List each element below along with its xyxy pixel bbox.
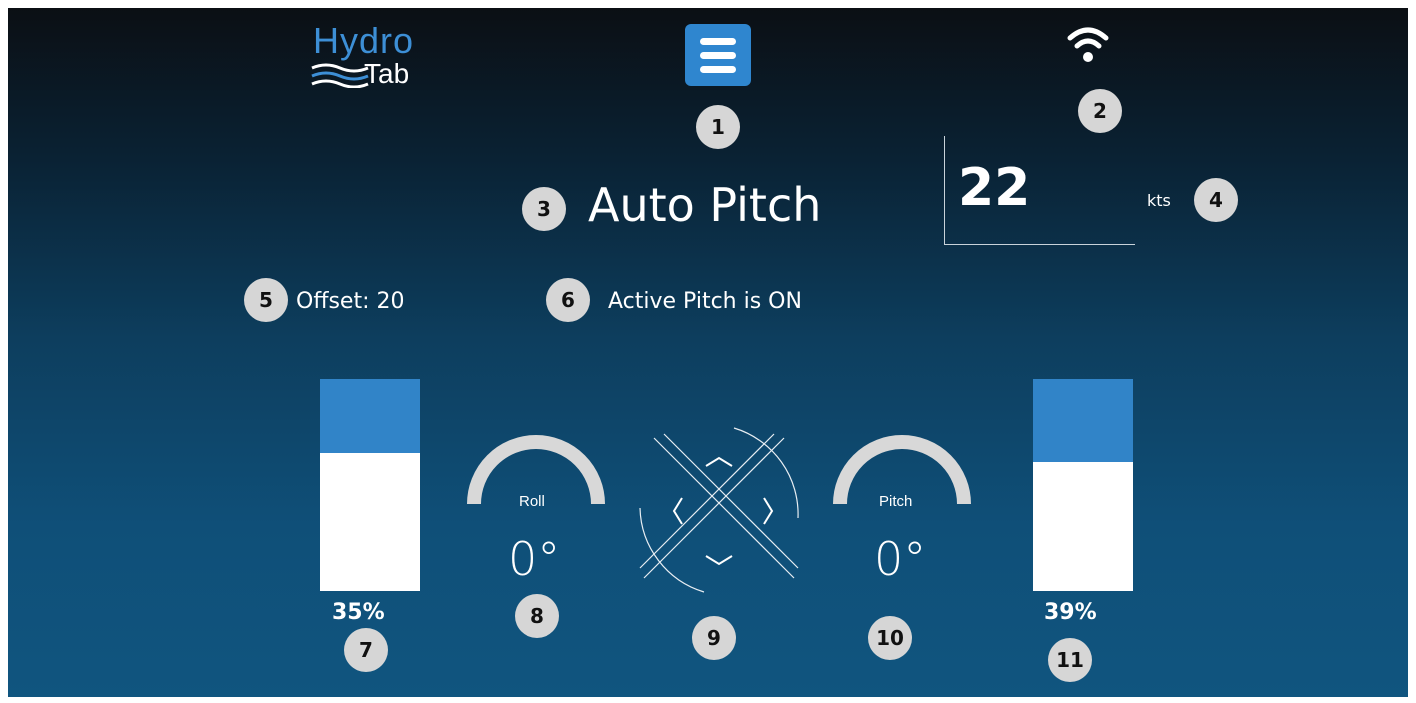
- right-tab-percent: 39%: [1044, 600, 1097, 625]
- app-screen: Hydro Tab 1 2 3 Auto Pitch 22 kts 4 5 Of…: [8, 8, 1408, 697]
- menu-button[interactable]: [685, 24, 751, 86]
- callout-badge-5: 5: [244, 278, 288, 322]
- hamburger-menu-icon: [700, 38, 736, 45]
- callout-badge-3: 3: [522, 187, 566, 231]
- left-tab-fill: [320, 379, 420, 454]
- callout-badge-4: 4: [1194, 178, 1238, 222]
- right-tab-bar[interactable]: [1033, 379, 1133, 591]
- roll-value: 0°: [508, 532, 561, 586]
- callout-badge-8: 8: [515, 594, 559, 638]
- hamburger-line: [700, 52, 736, 59]
- logo-tab-text: Tab: [364, 58, 410, 89]
- logo-hydro-text: Hydro: [313, 20, 415, 61]
- active-pitch-status: Active Pitch is ON: [608, 289, 802, 314]
- callout-badge-1: 1: [696, 105, 740, 149]
- mode-title: Auto Pitch: [588, 178, 822, 232]
- roll-label: Roll: [519, 493, 545, 510]
- pitch-label: Pitch: [879, 493, 913, 510]
- callout-badge-10: 10: [868, 616, 912, 660]
- left-tab-percent: 35%: [332, 600, 385, 625]
- callout-badge-2: 2: [1078, 89, 1122, 133]
- pitch-value: 0°: [874, 532, 927, 586]
- callout-badge-7: 7: [344, 628, 388, 672]
- callout-badge-9: 9: [692, 616, 736, 660]
- right-tab-fill: [1033, 379, 1133, 462]
- wave-logo-icon: [311, 63, 369, 88]
- speed-value: 22: [958, 158, 1031, 218]
- wifi-icon[interactable]: [1066, 24, 1110, 68]
- directional-joystick-icon[interactable]: [636, 426, 806, 596]
- hamburger-line: [700, 66, 736, 73]
- left-tab-bar[interactable]: [320, 379, 420, 591]
- offset-text: Offset: 20: [296, 289, 405, 314]
- callout-badge-6: 6: [546, 278, 590, 322]
- callout-badge-11: 11: [1048, 638, 1092, 682]
- speed-unit: kts: [1147, 191, 1171, 210]
